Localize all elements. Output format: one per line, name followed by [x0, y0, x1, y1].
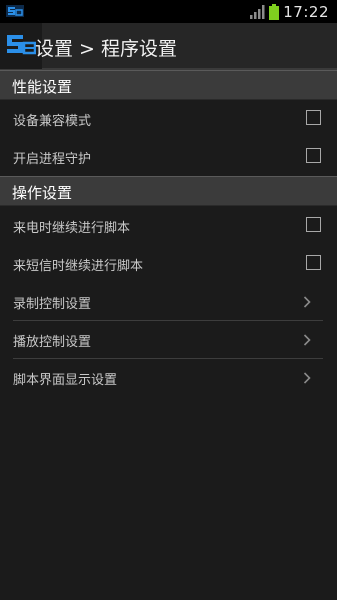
screen: 17:22 设置 > 程序设置 性能设置 设备兼容模式 开启进程守护 操作设置 … — [0, 0, 337, 600]
checkbox[interactable] — [306, 255, 321, 270]
status-time: 17:22 — [283, 2, 329, 21]
setting-device-compat-mode[interactable]: 设备兼容模式 — [0, 100, 337, 138]
setting-continue-on-call[interactable]: 来电时继续进行脚本 — [0, 207, 337, 245]
setting-label: 录制控制设置 — [13, 297, 92, 312]
app-notification-icon — [6, 5, 24, 17]
chevron-right-icon — [303, 296, 311, 308]
status-bar: 17:22 — [0, 0, 337, 23]
section-header-label: 操作设置 — [12, 184, 73, 202]
setting-label: 开启进程守护 — [13, 152, 92, 167]
section-header-operation: 操作设置 — [0, 176, 337, 206]
setting-continue-on-sms[interactable]: 来短信时继续进行脚本 — [0, 245, 337, 283]
setting-label: 来电时继续进行脚本 — [13, 221, 131, 236]
chevron-right-icon — [303, 334, 311, 346]
setting-process-guard[interactable]: 开启进程守护 — [0, 138, 337, 176]
setting-playback-control[interactable]: 播放控制设置 — [0, 321, 337, 359]
page-title: 设置 > 程序设置 — [35, 38, 177, 60]
signal-icon — [250, 4, 265, 19]
setting-label: 设备兼容模式 — [13, 114, 92, 129]
setting-script-ui-display[interactable]: 脚本界面显示设置 — [0, 359, 337, 397]
section-header-performance: 性能设置 — [0, 70, 337, 100]
setting-record-control[interactable]: 录制控制设置 — [0, 283, 337, 321]
action-bar: 设置 > 程序设置 — [0, 23, 337, 70]
app-logo-icon — [7, 35, 36, 55]
chevron-right-icon — [303, 372, 311, 384]
section-header-label: 性能设置 — [12, 78, 73, 96]
checkbox[interactable] — [306, 217, 321, 232]
checkbox[interactable] — [306, 148, 321, 163]
setting-label: 来短信时继续进行脚本 — [13, 259, 144, 274]
battery-icon — [269, 3, 280, 20]
checkbox[interactable] — [306, 110, 321, 125]
setting-label: 脚本界面显示设置 — [13, 373, 118, 388]
setting-label: 播放控制设置 — [13, 335, 92, 350]
